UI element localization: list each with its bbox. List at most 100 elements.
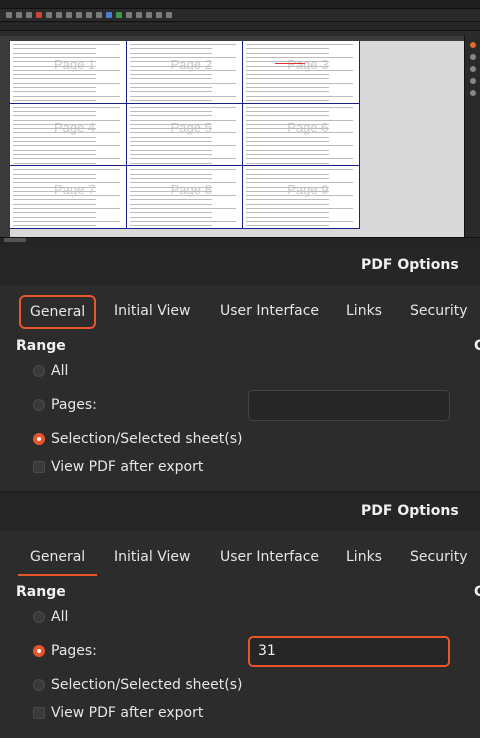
header-footer-icon[interactable] [156,12,162,18]
tab-links[interactable]: Links [346,541,382,573]
sidebar-deck [464,36,480,237]
print-page[interactable]: Page 1 [10,41,127,104]
print-page[interactable]: Page 5 [126,103,244,167]
formula-bar[interactable] [0,22,480,31]
cell-row-line [13,216,96,218]
properties-icon[interactable] [469,42,476,48]
range-all-option[interactable]: All [33,361,68,381]
copy-icon[interactable] [66,12,72,18]
cell-row-line [129,48,213,50]
print-page[interactable]: Page 7 [10,166,127,229]
print-page[interactable]: Page 6 [243,103,360,167]
print-page[interactable]: Page 8 [126,166,244,229]
styles-icon[interactable] [469,54,476,60]
radio-pages[interactable] [33,399,45,411]
range-selection-option[interactable]: Selection/Selected sheet(s) [33,429,242,449]
cell-row-line [246,91,329,93]
tab-general[interactable]: General [18,541,98,576]
chart-icon[interactable] [116,12,122,18]
table-icon[interactable] [126,12,132,18]
cell-row-line [13,44,120,45]
tab-initial-view[interactable]: Initial View [114,295,190,327]
open-icon[interactable] [16,12,22,18]
comment-icon[interactable] [146,12,152,18]
tab-security[interactable]: Security [410,295,468,327]
export-pdf-icon[interactable] [36,12,42,18]
cell-row-line [246,61,329,63]
filter-icon[interactable] [166,12,172,18]
radio-all[interactable] [33,365,45,377]
tab-strip: General Initial View User Interface Link… [16,295,480,329]
cell-row-line [246,119,353,121]
cell-row-line [13,56,120,58]
radio-pages[interactable] [33,645,45,657]
print-pages-grid: Page 1 Page 2 Page 3 Page 4 Page 5 Page … [10,41,360,229]
pages-input[interactable] [248,390,450,421]
tab-user-interface[interactable]: User Interface [220,295,319,327]
cell-row-line [246,52,329,54]
cell-row-line [246,158,353,160]
cell-row-line [13,195,120,197]
pdf-options-dialog: PDF Options General Initial View User In… [0,247,480,491]
cell-row-line [246,115,329,117]
tab-links[interactable]: Links [346,295,382,327]
cell-row-line [246,95,353,97]
dialog-titlebar: PDF Options [0,493,480,531]
range-pages-option[interactable]: Pages: [33,395,97,415]
sort-icon[interactable] [106,12,112,18]
print-page[interactable]: Page 4 [10,103,127,167]
option-label: All [51,609,69,625]
pages-input[interactable]: 31 [248,636,450,667]
checkbox-view-after-export[interactable] [33,461,45,473]
radio-selection[interactable] [33,679,45,691]
save-icon[interactable] [26,12,32,18]
print-icon[interactable] [46,12,52,18]
cell-row-line [13,162,96,164]
cell-row-line [246,128,329,130]
tab-security[interactable]: Security [410,541,468,573]
print-page[interactable]: Page 9 [243,166,360,229]
cell-row-line [129,74,213,76]
cell-row-line [129,158,237,160]
cell-row-line [246,177,329,179]
print-page[interactable]: Page 3 [243,41,360,104]
tab-initial-view[interactable]: Initial View [114,541,190,573]
navigator-icon[interactable] [469,78,476,84]
radio-selection[interactable] [33,433,45,445]
cell-row-line [129,95,237,97]
pdf-options-dialog: PDF Options General Initial View User In… [0,493,480,738]
checkbox-view-after-export[interactable] [33,707,45,719]
range-all-option[interactable]: All [33,607,68,627]
cell-row-line [13,78,96,80]
tab-user-interface[interactable]: User Interface [220,541,319,573]
sheet-tab[interactable] [4,238,26,242]
gallery-icon[interactable] [469,66,476,72]
cell-row-line [246,56,353,58]
tab-general[interactable]: General [19,295,97,329]
option-label: Selection/Selected sheet(s) [51,677,243,693]
range-pages-option[interactable]: Pages: [33,641,97,661]
view-after-export-option[interactable]: View PDF after export [33,457,203,477]
radio-all[interactable] [33,611,45,623]
cell-row-line [129,136,213,138]
functions-icon[interactable] [469,90,476,96]
redo-icon[interactable] [96,12,102,18]
print-page[interactable]: Page 2 [126,41,244,104]
new-icon[interactable] [6,12,12,18]
view-after-export-option[interactable]: View PDF after export [33,703,203,723]
dialog-titlebar: PDF Options [0,247,480,285]
range-selection-option[interactable]: Selection/Selected sheet(s) [33,675,242,695]
cell-row-line [246,203,329,205]
tab-strip: General Initial View User Interface Link… [16,541,480,576]
cell-row-line [13,106,120,108]
cut-icon[interactable] [56,12,62,18]
cell-row-line [13,110,96,112]
image-icon[interactable] [136,12,142,18]
paste-icon[interactable] [76,12,82,18]
spreadsheet-window: Page 1 Page 2 Page 3 Page 4 Page 5 Page … [0,0,480,247]
cell-row-line [13,186,96,188]
menu-bar[interactable] [0,0,480,9]
undo-icon[interactable] [86,12,92,18]
cell-row-line [246,123,329,125]
cell-row-line [129,115,213,117]
